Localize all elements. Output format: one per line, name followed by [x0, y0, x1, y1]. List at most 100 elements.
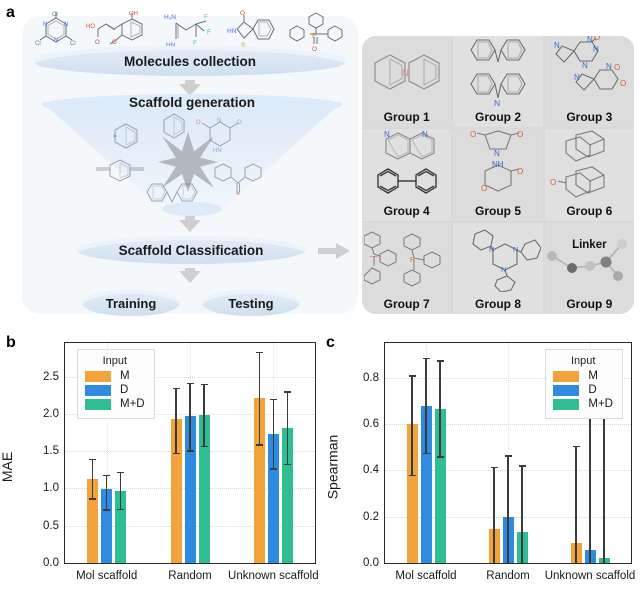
- group-cell-7: — P Group 7: [362, 222, 452, 314]
- error-bar: [589, 404, 591, 563]
- error-bar: [493, 466, 495, 563]
- error-bar-cap: [89, 498, 97, 500]
- svg-text:O: O: [237, 120, 242, 126]
- error-bar: [189, 382, 191, 451]
- y-axis-tick-label: 0.6: [363, 418, 379, 431]
- group-3-structure: N N N N O O O N N: [545, 36, 634, 110]
- group-5-label: Group 5: [474, 203, 521, 218]
- error-bar: [119, 472, 122, 509]
- error-bar-cap: [89, 458, 97, 460]
- error-bar-cap: [422, 453, 430, 455]
- y-axis-tick-label: 0.2: [363, 510, 379, 523]
- scaffold-pyridine-icon: [113, 123, 138, 149]
- svg-text:OH: OH: [129, 11, 138, 17]
- y-axis-tick-label: 1.0: [43, 482, 59, 495]
- svg-text:F: F: [204, 14, 208, 21]
- group-6-structure: O: [545, 129, 634, 203]
- legend-b-row-md: M+D: [85, 398, 145, 410]
- svg-text:N: N: [593, 45, 599, 54]
- svg-text:O: O: [550, 178, 556, 187]
- svg-text:O: O: [470, 130, 476, 139]
- error-bar-cap: [186, 450, 194, 452]
- legend-c-swatch-m: [553, 370, 580, 382]
- plot-area-c: Input M D M+D 0.0 0.2 0.4 0.6 0.8 Mol scaffol…: [363, 342, 635, 582]
- error-bar-cap: [255, 351, 263, 354]
- svg-text:N: N: [43, 22, 47, 28]
- scaffold-benzophenone-icon: [214, 163, 262, 195]
- group-2-label: Group 2: [474, 110, 521, 125]
- y-axis-title-c: Spearman: [324, 434, 341, 500]
- y-axis-tick-label: 0.0: [43, 557, 59, 569]
- y-axis-title-b: MAE: [0, 451, 16, 483]
- y-axis-tick-label: 2.5: [43, 370, 59, 383]
- svg-text:O: O: [95, 40, 100, 46]
- panel-label-a: a: [6, 4, 15, 21]
- group-8-structure: N N N: [453, 223, 542, 297]
- svg-text:HO: HO: [86, 24, 95, 30]
- stage-scaffold-generation: N HN O O Scaffold generation: [42, 94, 342, 218]
- error-bar-cap: [172, 387, 180, 390]
- error-bar-cap: [408, 475, 416, 477]
- error-bar: [439, 360, 441, 457]
- error-bar: [507, 455, 509, 563]
- scaffold-benzene-icon: [163, 113, 185, 139]
- legend-c-row-d: D: [553, 384, 613, 396]
- x-axis-tick-label: Mol scaffold: [76, 570, 138, 582]
- group-6-label: Group 6: [566, 203, 613, 218]
- molecule-triphenyl-pair-icon: — P: [363, 231, 441, 287]
- legend-b-row-d: D: [85, 384, 145, 396]
- svg-text:HN: HN: [213, 148, 222, 154]
- group-9-label: Group 9: [566, 297, 613, 311]
- svg-text:P: P: [312, 33, 317, 40]
- x-axis-tick-label: Unknown scaffold: [544, 570, 636, 582]
- group-4-label: Group 4: [383, 203, 430, 218]
- error-bar-cap: [200, 384, 208, 386]
- error-bar: [175, 387, 177, 453]
- svg-text:O: O: [481, 184, 487, 193]
- legend-b-swatch-d: [85, 384, 111, 396]
- svg-text:N: N: [217, 118, 221, 124]
- svg-text:HN: HN: [227, 28, 237, 35]
- svg-text:N: N: [606, 62, 612, 71]
- legend-c-row-md: M+D: [553, 398, 613, 410]
- svg-text:N: N: [494, 149, 500, 158]
- svg-text:F: F: [207, 29, 211, 36]
- y-axis-tick-label: 2.0: [43, 407, 59, 420]
- legend-b-label-d: D: [120, 384, 129, 396]
- error-bar-cap: [103, 475, 111, 477]
- y-axis-tick-label: 0.8: [363, 371, 379, 384]
- error-bar: [425, 358, 427, 453]
- error-bar: [286, 391, 289, 464]
- error-bar-cap: [436, 456, 444, 458]
- chart-panel-c-spearman: Spearman Input M D M+D 0.0 0.2 0.4 0.6 0.8 Mo…: [324, 336, 636, 598]
- flow-arrow-right-icon: [318, 243, 350, 259]
- error-bar-cap: [117, 472, 125, 474]
- error-bar-cap: [103, 509, 111, 511]
- stage-scaffold-classification: Scaffold Classification: [76, 236, 306, 264]
- legend-b-swatch-md: [85, 398, 111, 410]
- stage-molecules-collection-label: Molecules collection: [123, 53, 257, 69]
- scaffold-fluorene-icon: [146, 183, 198, 204]
- legend-c-title: Input: [570, 355, 596, 367]
- stage-training: Training: [82, 290, 180, 316]
- x-axis-tick-label: Random: [486, 570, 530, 582]
- svg-text:O: O: [196, 120, 201, 126]
- error-bar-cap: [117, 508, 125, 510]
- group-cell-5: O O N NH O O Group 5: [453, 129, 543, 221]
- y-axis-tick-label: 0.0: [363, 557, 379, 569]
- error-bar-cap: [172, 452, 180, 455]
- scaffold-group-grid: N Group 1 N Group 2 N N N N O O O N N Gr…: [362, 36, 634, 314]
- legend-c-label-m: M: [588, 370, 598, 382]
- molecule-triphenylphosphine-oxide-icon: P O: [289, 12, 343, 53]
- group-cell-4: N N Group 4: [362, 129, 452, 221]
- svg-text:N: N: [54, 38, 58, 44]
- svg-text:N: N: [384, 130, 390, 139]
- error-bar-cap: [490, 466, 498, 469]
- error-bar-cap: [283, 463, 291, 466]
- error-bar-cap: [504, 455, 512, 457]
- svg-text:N: N: [582, 61, 588, 70]
- svg-text:N: N: [513, 245, 518, 254]
- group-8-label: Group 8: [474, 297, 521, 311]
- error-bar-cap: [255, 444, 263, 446]
- error-bar-cap: [408, 375, 416, 377]
